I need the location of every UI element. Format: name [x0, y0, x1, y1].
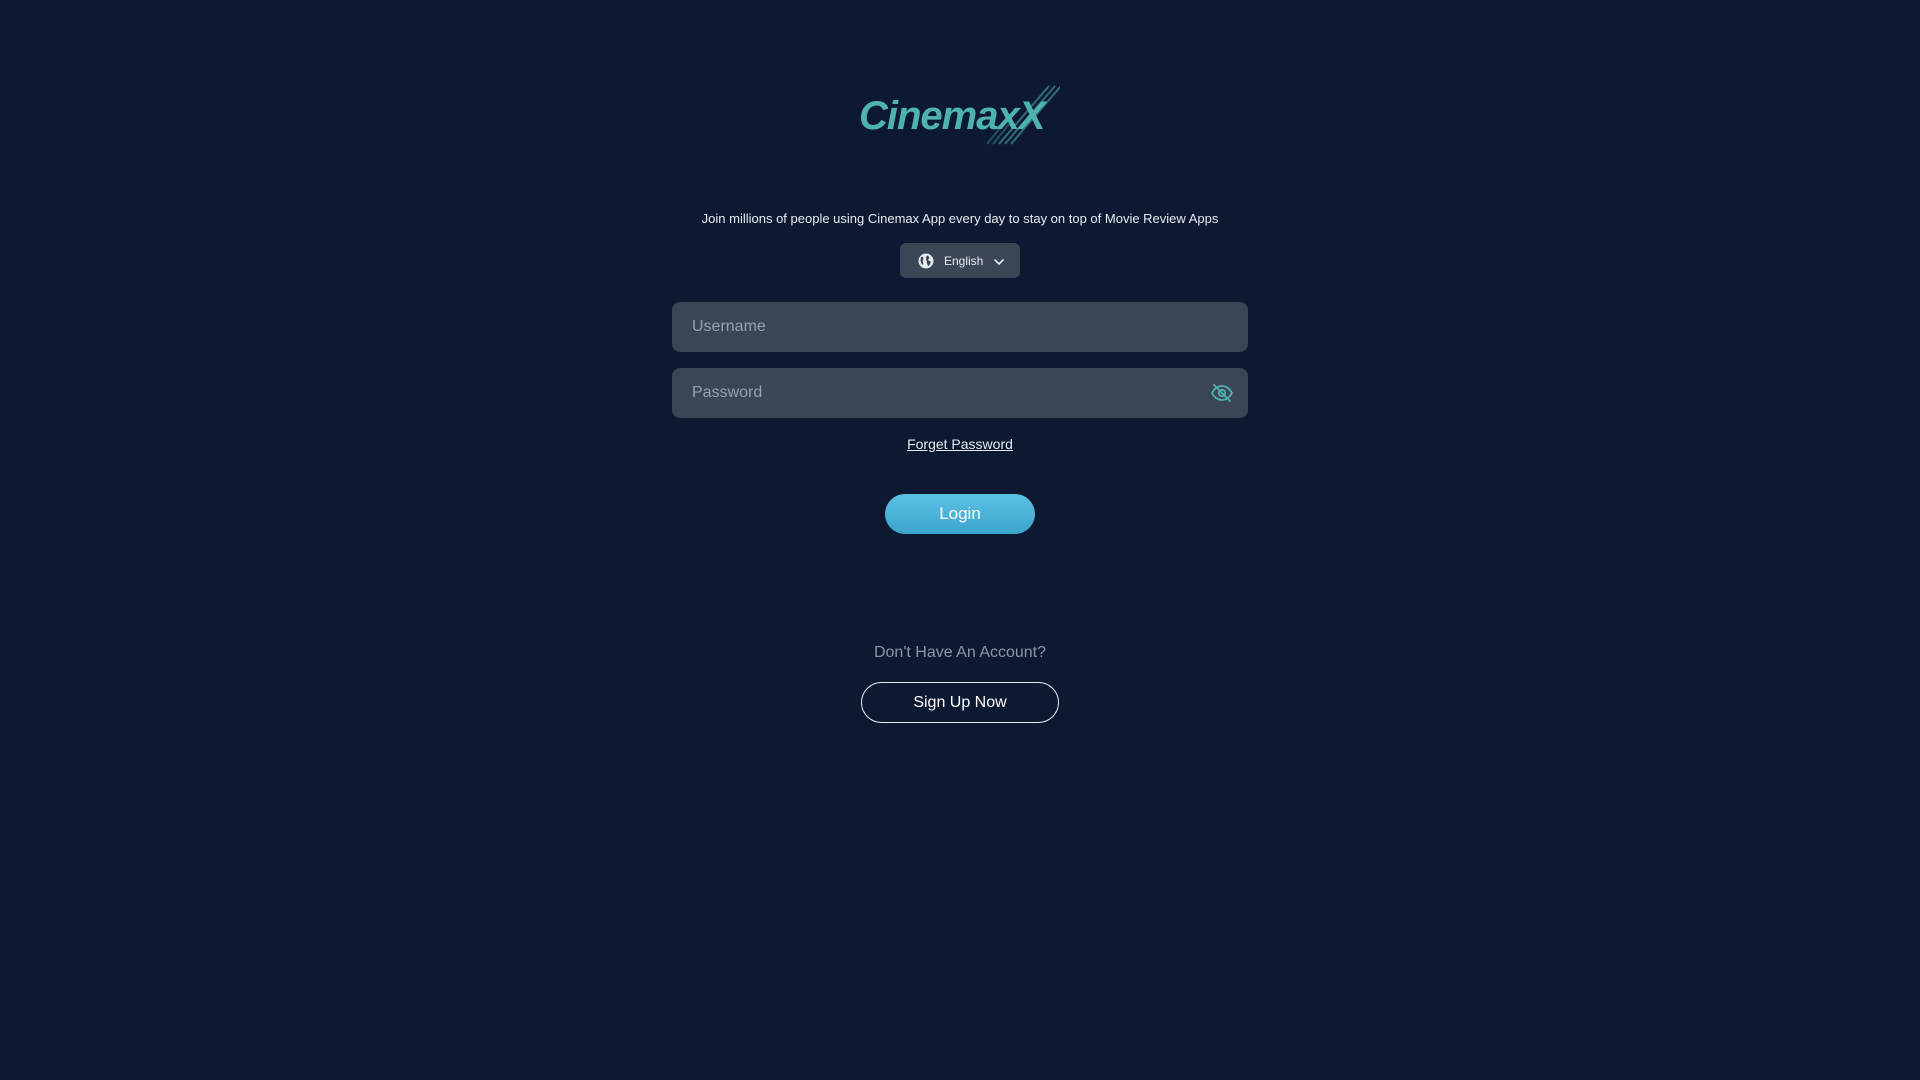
- language-label: English: [944, 253, 984, 268]
- login-button[interactable]: Login: [885, 494, 1035, 534]
- eye-off-icon[interactable]: [1210, 381, 1234, 405]
- brand-logo: CinemaxX: [855, 82, 1060, 146]
- username-input[interactable]: [672, 302, 1248, 352]
- sign-up-button[interactable]: Sign Up Now: [861, 682, 1059, 723]
- password-input[interactable]: [672, 368, 1248, 418]
- login-page: CinemaxX Join millions of people using C…: [0, 0, 1920, 1080]
- globe-icon: [918, 253, 934, 269]
- forgot-password-link[interactable]: Forget Password: [907, 436, 1013, 452]
- forgot-password-row: Forget Password: [0, 436, 1920, 452]
- logo-wordmark: CinemaxX: [859, 94, 1045, 138]
- no-account-prompt: Don't Have An Account?: [873, 644, 1047, 661]
- password-field-container: [672, 368, 1248, 418]
- language-select[interactable]: English: [900, 243, 1020, 278]
- chevron-down-icon: [993, 255, 1005, 267]
- tagline: Join millions of people using Cinemax Ap…: [701, 211, 1219, 226]
- username-field-container: [672, 302, 1248, 352]
